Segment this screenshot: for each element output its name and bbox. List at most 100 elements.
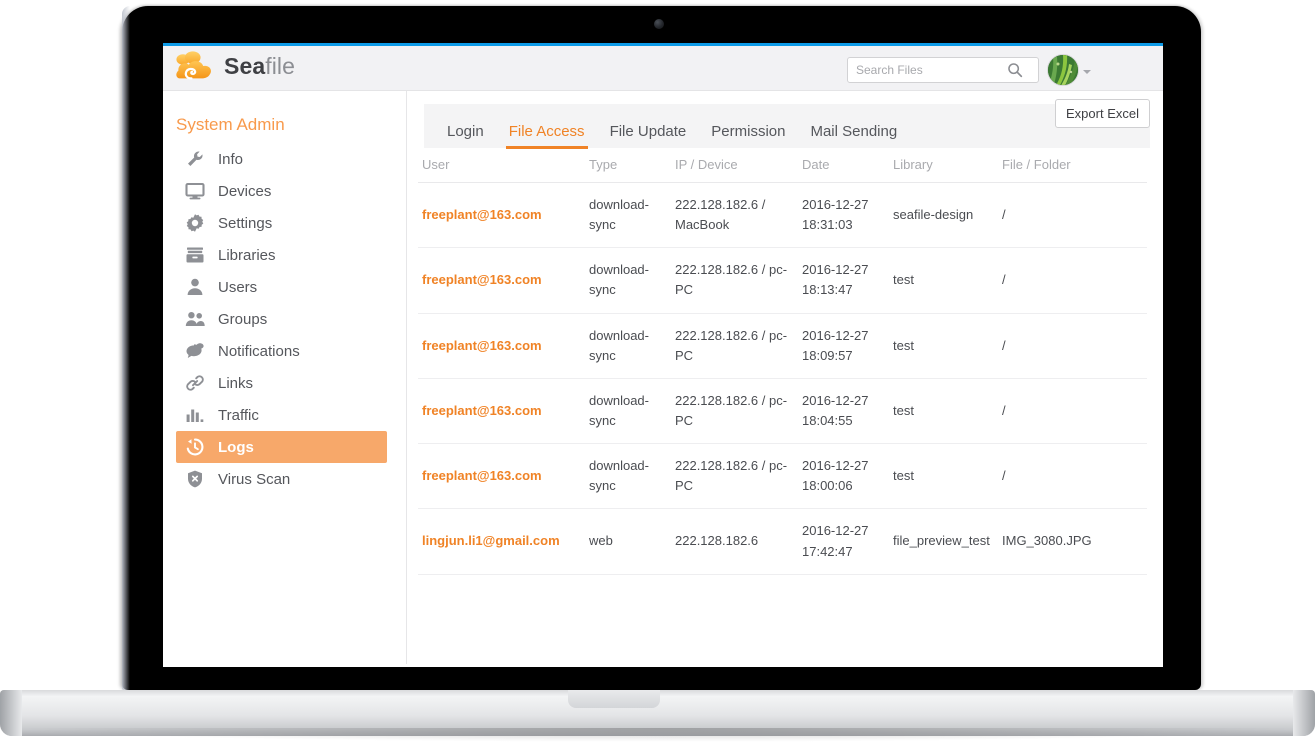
seafile-logo[interactable]: Seafile (175, 51, 295, 81)
cell-file-folder: IMG_3080.JPG (998, 509, 1147, 574)
sidebar-item-label: Logs (218, 439, 254, 456)
sidebar-item-virus-scan[interactable]: Virus Scan (176, 463, 387, 495)
sidebar-item-logs[interactable]: Logs (176, 431, 387, 463)
cell-type: download-sync (585, 248, 671, 313)
cell-library: seafile-design (889, 183, 998, 248)
export-excel-button[interactable]: Export Excel (1055, 99, 1150, 128)
sidebar-item-traffic[interactable]: Traffic (176, 399, 387, 431)
search-input[interactable] (848, 59, 1006, 81)
monitor-icon (185, 181, 205, 201)
table-row[interactable]: freeplant@163.com download-sync 222.128.… (418, 183, 1147, 248)
sidebar-item-label: Traffic (218, 407, 259, 424)
cell-date: 2016-12-27 18:04:55 (798, 378, 889, 443)
cell-ip-device: 222.128.182.6 / pc-PC (671, 444, 798, 509)
column-header-file-folder: File / Folder (998, 149, 1147, 183)
tab-file-access[interactable]: File Access (509, 124, 585, 148)
user-avatar-grass-icon (1048, 55, 1079, 86)
chevron-down-icon[interactable] (1083, 70, 1091, 74)
seafile-wordmark: Seafile (224, 53, 295, 80)
cell-library: test (889, 444, 998, 509)
table-row[interactable]: freeplant@163.com download-sync 222.128.… (418, 444, 1147, 509)
user-link[interactable]: freeplant@163.com (422, 403, 542, 418)
app-body: System Admin Info Devices (163, 91, 1163, 664)
table-row[interactable]: lingjun.li1@gmail.com web 222.128.182.6 … (418, 509, 1147, 574)
speech-bubble-icon (185, 341, 205, 361)
screenshot-stage: Seafile (0, 0, 1315, 754)
tab-mail-sending[interactable]: Mail Sending (810, 124, 897, 148)
cell-type: download-sync (585, 378, 671, 443)
cell-file-folder: / (998, 444, 1147, 509)
cell-user: freeplant@163.com (418, 444, 585, 509)
search-icon[interactable] (1006, 61, 1024, 79)
sidebar-item-settings[interactable]: Settings (176, 207, 387, 239)
sidebar-item-notifications[interactable]: Notifications (176, 335, 387, 367)
cell-type: download-sync (585, 183, 671, 248)
cell-ip-device: 222.128.182.6 / pc-PC (671, 378, 798, 443)
table-row[interactable]: freeplant@163.com download-sync 222.128.… (418, 313, 1147, 378)
cell-type: download-sync (585, 444, 671, 509)
column-header-type: Type (585, 149, 671, 183)
user-link[interactable]: lingjun.li1@gmail.com (422, 533, 560, 548)
sidebar-item-info[interactable]: Info (176, 143, 387, 175)
sidebar-item-links[interactable]: Links (176, 367, 387, 399)
user-link[interactable]: freeplant@163.com (422, 207, 542, 222)
sidebar-item-users[interactable]: Users (176, 271, 387, 303)
logo-text-bold: Sea (224, 53, 265, 79)
tab-file-update[interactable]: File Update (610, 124, 687, 148)
cell-library: test (889, 248, 998, 313)
users-group-icon (185, 309, 205, 329)
cell-file-folder: / (998, 313, 1147, 378)
search-box[interactable] (847, 57, 1039, 83)
laptop-base-left-edge (0, 690, 22, 736)
gear-icon (185, 213, 205, 233)
cell-type: download-sync (585, 313, 671, 378)
cell-user: freeplant@163.com (418, 248, 585, 313)
webcam-icon (654, 19, 664, 29)
sidebar-item-label: Groups (218, 311, 267, 328)
sidebar-item-label: Virus Scan (218, 471, 290, 488)
sidebar-item-label: Settings (218, 215, 272, 232)
user-icon (185, 277, 205, 297)
cell-date: 2016-12-27 18:00:06 (798, 444, 889, 509)
file-access-log-table: User Type IP / Device Date Library File … (418, 149, 1147, 575)
cell-date: 2016-12-27 18:09:57 (798, 313, 889, 378)
cell-file-folder: / (998, 248, 1147, 313)
cell-library: test (889, 378, 998, 443)
laptop-screen: Seafile (163, 43, 1163, 667)
sidebar: System Admin Info Devices (163, 91, 407, 664)
sidebar-item-devices[interactable]: Devices (176, 175, 387, 207)
column-header-user: User (418, 149, 585, 183)
cell-type: web (585, 509, 671, 574)
sidebar-item-label: Links (218, 375, 253, 392)
laptop-lid-edge-highlight (122, 6, 130, 690)
user-link[interactable]: freeplant@163.com (422, 468, 542, 483)
laptop-base-notch (568, 690, 660, 708)
file-cabinet-icon (185, 245, 205, 265)
sidebar-item-label: Libraries (218, 247, 276, 264)
sidebar-item-label: Notifications (218, 343, 300, 360)
bar-chart-icon (185, 405, 205, 425)
cell-date: 2016-12-27 17:42:47 (798, 509, 889, 574)
cell-file-folder: / (998, 183, 1147, 248)
user-link[interactable]: freeplant@163.com (422, 272, 542, 287)
cell-date: 2016-12-27 18:13:47 (798, 248, 889, 313)
seafile-cloud-logo-icon (175, 51, 217, 81)
sidebar-item-label: Devices (218, 183, 271, 200)
avatar[interactable] (1047, 54, 1079, 86)
sidebar-item-libraries[interactable]: Libraries (176, 239, 387, 271)
column-header-date: Date (798, 149, 889, 183)
cell-library: test (889, 313, 998, 378)
user-link[interactable]: freeplant@163.com (422, 338, 542, 353)
sidebar-item-groups[interactable]: Groups (176, 303, 387, 335)
table-row[interactable]: freeplant@163.com download-sync 222.128.… (418, 378, 1147, 443)
cell-user: lingjun.li1@gmail.com (418, 509, 585, 574)
cell-user: freeplant@163.com (418, 378, 585, 443)
logo-text-light: file (265, 53, 295, 79)
tab-login[interactable]: Login (447, 124, 484, 148)
tab-permission[interactable]: Permission (711, 124, 785, 148)
table-row[interactable]: freeplant@163.com download-sync 222.128.… (418, 248, 1147, 313)
cell-user: freeplant@163.com (418, 183, 585, 248)
history-clock-icon (185, 437, 205, 457)
cell-ip-device: 222.128.182.6 (671, 509, 798, 574)
laptop-base-right-edge (1293, 690, 1315, 736)
